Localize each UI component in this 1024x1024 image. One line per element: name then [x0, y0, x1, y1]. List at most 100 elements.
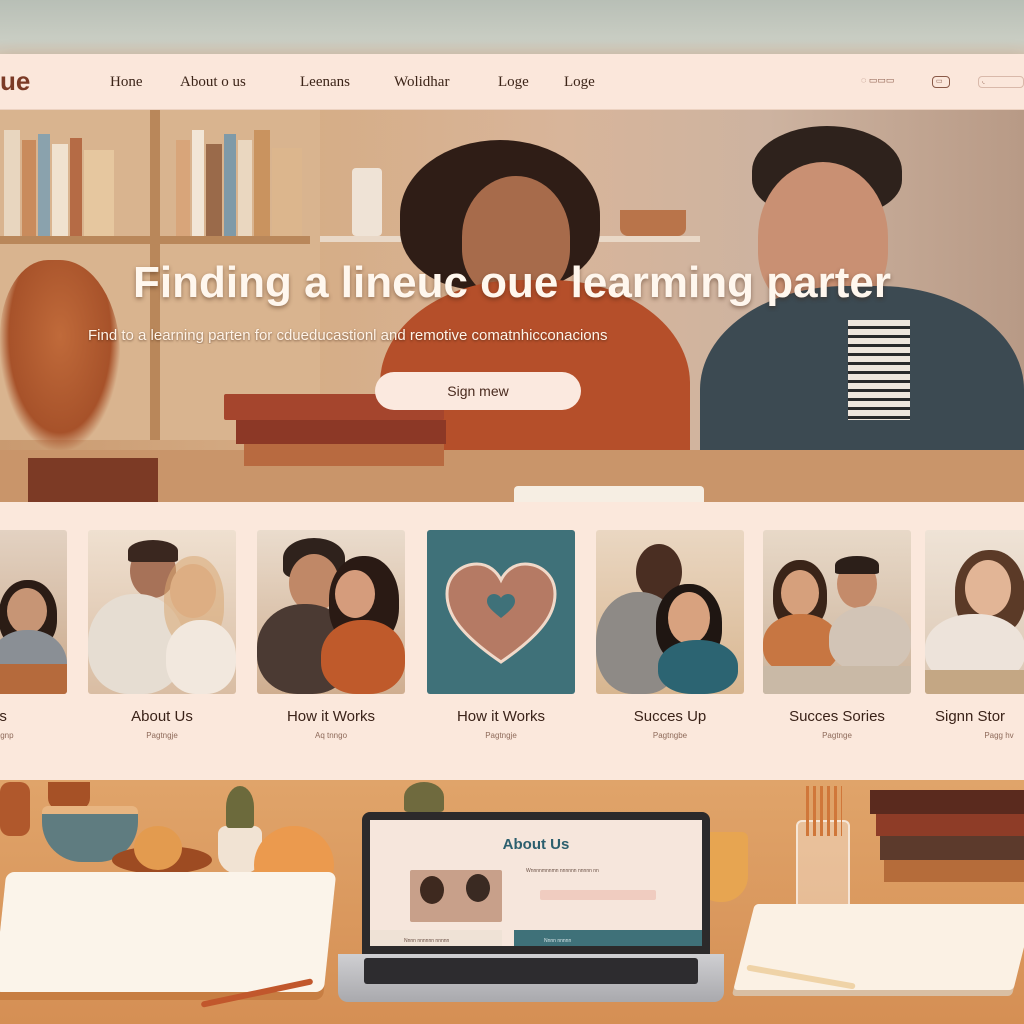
book	[254, 130, 270, 236]
hero-subtitle: Find to a learning parten for cdueducast…	[88, 327, 608, 344]
person-body	[763, 614, 839, 674]
box	[28, 458, 158, 502]
book	[84, 150, 114, 236]
nav-link-login-2[interactable]: Loge	[564, 74, 595, 91]
couch	[763, 666, 911, 694]
table	[925, 670, 1024, 694]
nav-link-learners[interactable]: Leenans	[300, 74, 350, 91]
table	[0, 664, 67, 694]
pencils	[806, 786, 842, 836]
card-how-it-works[interactable]: How it Works Aq tnngo	[257, 530, 405, 740]
book-stack	[236, 420, 446, 444]
plant	[404, 782, 444, 812]
notebook	[733, 904, 1024, 990]
book	[22, 140, 36, 236]
card-photo	[88, 530, 236, 694]
site-logo[interactable]: ue	[0, 66, 30, 97]
succulent	[226, 786, 254, 828]
book-stack	[244, 444, 444, 466]
card-success-stories[interactable]: Succes Sories Pagtnge	[763, 530, 911, 740]
card-about-us[interactable]: About Us Pagtngje	[88, 530, 236, 740]
card-success-up[interactable]: Succes Up Pagtngbe	[596, 530, 744, 740]
book	[272, 148, 302, 236]
card-us[interactable]: us Pagnp	[0, 530, 67, 740]
person-body	[829, 606, 911, 672]
window-icon[interactable]: ▭	[932, 76, 950, 88]
person-hair	[128, 540, 178, 562]
card-subtitle: Pagtnge	[822, 731, 852, 740]
person-face	[7, 588, 47, 634]
vase	[352, 168, 382, 236]
person-face	[668, 592, 710, 644]
card-photo	[427, 530, 575, 694]
account-field[interactable]: ◟	[978, 76, 1024, 88]
card-title: About Us	[131, 708, 193, 725]
book-stack	[884, 860, 1024, 882]
pumpkin	[134, 826, 182, 870]
hero-title: Finding a lineuc oue learming parter	[133, 258, 891, 307]
card-title: Succes Up	[633, 708, 707, 725]
hero-banner: Finding a lineuc oue learming parter Fin…	[0, 110, 1024, 502]
nav-link-webinar[interactable]: Wolidhar	[394, 74, 449, 91]
laptop-footer-right[interactable]: Nnnn nnnnn	[514, 930, 702, 946]
card-sign-stories[interactable]: Signn Stor Pagg hv	[925, 530, 1024, 740]
person-body	[321, 620, 405, 694]
book	[52, 144, 68, 236]
book	[176, 140, 190, 236]
card-subtitle: Pagtngje	[146, 731, 178, 740]
person-face	[965, 560, 1011, 616]
laptop-text-line: Wnnnnmnnmn nnnnnn nnnnn nn	[526, 868, 599, 874]
person-face	[466, 874, 490, 902]
person-hair	[835, 556, 879, 574]
feature-cards: us Pagnp About Us Pagtngje	[0, 530, 1024, 780]
card-subtitle: Aq tnngo	[314, 731, 348, 740]
book	[70, 138, 82, 236]
vase	[0, 782, 30, 836]
person-face	[781, 570, 819, 616]
card-title: Signn Stor	[935, 708, 1006, 725]
heart-icon	[445, 562, 557, 664]
card-photo	[925, 530, 1024, 694]
card-photo	[257, 530, 405, 694]
person-body	[658, 640, 738, 694]
book	[224, 134, 236, 236]
card-subtitle: Pagnp	[0, 731, 14, 740]
nav-link-login[interactable]: Loge	[498, 74, 529, 91]
card-photo	[0, 530, 67, 694]
card-photo	[596, 530, 744, 694]
nav-link-about[interactable]: About o us	[180, 74, 246, 91]
person-face	[335, 570, 375, 618]
card-how-it-works-2[interactable]: How it Works Pagtngje	[427, 530, 575, 740]
navbar: ue Hone About o us Leenans Wolidhar Loge…	[0, 54, 1024, 110]
card-title: us	[0, 708, 7, 725]
nav-link-home[interactable]: Hone	[110, 74, 143, 91]
book	[4, 130, 20, 236]
card-subtitle: Pagg hv	[984, 731, 1014, 740]
card-title: How it Works	[456, 708, 546, 725]
website-panel: ue Hone About o us Leenans Wolidhar Loge…	[0, 54, 1024, 780]
book-stack	[880, 836, 1024, 860]
laptop-screen: About Us Wnnnnmnnmn nnnnnn nnnnn nn Nnnn…	[362, 812, 710, 954]
bowl	[620, 210, 686, 236]
book	[206, 144, 222, 236]
chat-icon[interactable]: ◌ ▭▭▭	[858, 75, 897, 87]
card-photo	[763, 530, 911, 694]
person-hair	[420, 876, 444, 904]
book	[38, 134, 50, 236]
book-stack	[876, 814, 1024, 836]
laptop-input[interactable]	[540, 890, 656, 900]
laptop-photo	[410, 870, 502, 922]
card-subtitle: Pagtngje	[485, 731, 517, 740]
card-subtitle: Pagtngbe	[652, 731, 688, 740]
book	[238, 140, 252, 236]
laptop-footer-left: Nnnn nnnnnn nnnnn	[370, 930, 502, 946]
open-notebook	[0, 872, 337, 992]
book-stack	[870, 790, 1024, 814]
laptop-page-title: About Us	[502, 836, 570, 853]
book	[192, 130, 204, 236]
card-title: How it Works	[286, 708, 376, 725]
laptop-keyboard[interactable]	[364, 958, 698, 984]
card-title: Succes Sories	[789, 708, 885, 725]
sign-up-button[interactable]: Sign mew	[375, 372, 581, 410]
laptop-webpage[interactable]: About Us Wnnnnmnnmn nnnnnn nnnnn nn Nnnn…	[370, 820, 702, 946]
